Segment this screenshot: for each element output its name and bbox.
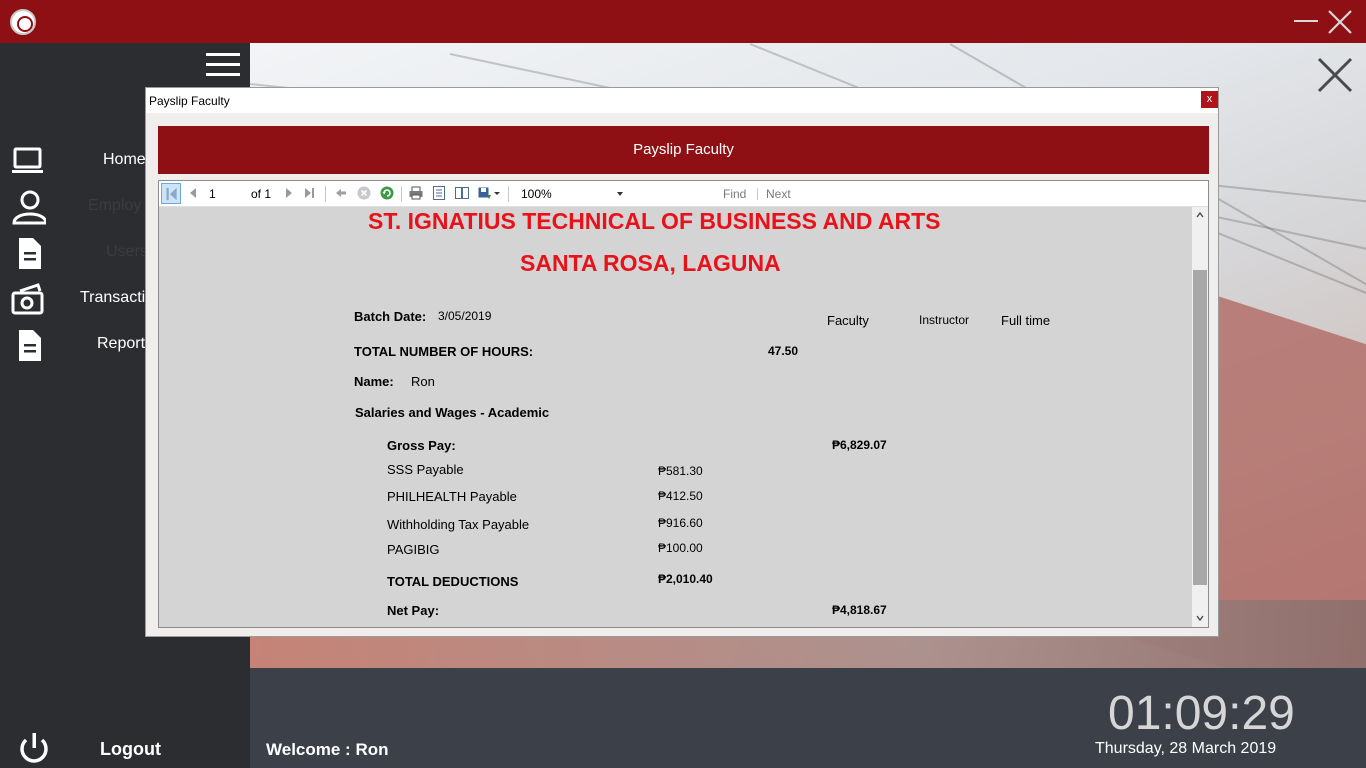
zoom-select[interactable]: 100% — [517, 185, 629, 203]
gross-pay-value: ₱6,829.07 — [832, 438, 887, 452]
batch-date-label: Batch Date: — [354, 309, 427, 324]
next-page-button[interactable] — [281, 185, 297, 201]
welcome-user: Ron — [355, 740, 389, 759]
sidebar-item-label: Users — [106, 243, 148, 260]
sidebar-item-label: Report — [97, 335, 146, 352]
minimize-button[interactable] — [1294, 20, 1318, 22]
first-page-icon — [166, 187, 177, 201]
previous-page-button[interactable] — [185, 185, 201, 201]
user-icon — [12, 190, 46, 225]
close-app-button[interactable] — [1326, 8, 1354, 36]
total-deductions-value: ₱2,010.40 — [658, 572, 713, 586]
dialog-title: Payslip Faculty — [149, 94, 230, 108]
scroll-up-icon[interactable] — [1196, 211, 1204, 219]
print-layout-icon[interactable] — [431, 185, 447, 201]
clock-time: 01:09:29 — [1108, 687, 1295, 740]
deduction-amount: ₱412.50 — [658, 489, 703, 503]
toolbar-separator — [757, 188, 758, 200]
name-value: Ron — [411, 374, 435, 389]
sidebar-item-label: Home — [103, 151, 146, 168]
toolbar-separator — [325, 186, 326, 202]
dialog-header: Payslip Faculty — [158, 126, 1209, 174]
dialog-close-button[interactable]: x — [1201, 91, 1218, 108]
status-bar: Welcome : Ron 01:09:29 Thursday, 28 Marc… — [250, 668, 1366, 768]
deduction-label: SSS Payable — [387, 462, 464, 477]
deduction-label: PAGIBIG — [387, 542, 440, 557]
dialog-titlebar: Payslip Faculty x — [146, 88, 1218, 113]
find-next-button[interactable]: Next — [766, 187, 791, 201]
toolbar-separator — [508, 186, 509, 202]
sidebar-item-label: Transacti — [80, 289, 146, 306]
app-titlebar — [0, 0, 1366, 43]
deduction-label: Withholding Tax Payable — [387, 517, 530, 532]
page-number-input[interactable]: 1 — [207, 185, 245, 203]
school-logo-icon — [10, 9, 36, 35]
sidebar-item-label: Employ — [88, 197, 142, 214]
total-deductions-label: TOTAL DEDUCTIONS — [387, 574, 519, 589]
page-total: 1 — [264, 187, 272, 201]
export-dropdown-icon[interactable] — [493, 185, 501, 201]
employee-category: Faculty — [827, 313, 869, 328]
employee-position: Instructor — [919, 313, 970, 327]
refresh-icon[interactable] — [379, 185, 395, 201]
toolbar-separator — [401, 186, 402, 202]
print-icon[interactable] — [408, 185, 424, 201]
report-viewer: 1 of 1 100% Find Next ST. IGNATIUS TECHN… — [158, 180, 1209, 628]
page-setup-icon[interactable] — [454, 185, 470, 201]
report-scrollbar[interactable] — [1192, 207, 1208, 627]
report-page: ST. IGNATIUS TECHNICAL OF BUSINESS AND A… — [159, 207, 1192, 627]
deduction-amount: ₱916.60 — [658, 516, 703, 530]
deduction-amount: ₱100.00 — [658, 541, 703, 555]
scroll-down-icon[interactable] — [1196, 614, 1204, 622]
report-location: SANTA ROSA, LAGUNA — [520, 250, 781, 276]
batch-date-value: 3/05/2019 — [438, 309, 492, 323]
section-title: Salaries and Wages - Academic — [355, 405, 550, 420]
deduction-amount: ₱581.30 — [658, 464, 703, 478]
page-count: of 1 — [251, 187, 271, 201]
logout-label: Logout — [100, 739, 161, 759]
total-hours-label: TOTAL NUMBER OF HOURS: — [354, 344, 534, 359]
report-icon — [19, 330, 41, 361]
report-school-name: ST. IGNATIUS TECHNICAL OF BUSINESS AND A… — [368, 208, 941, 234]
logout-button[interactable]: Logout — [0, 731, 250, 768]
scrollbar-thumb[interactable] — [1193, 270, 1207, 585]
laptop-icon — [12, 147, 43, 173]
payslip-dialog: Payslip Faculty x Payslip Faculty 1 of 1 — [145, 87, 1219, 637]
report-toolbar: 1 of 1 100% Find Next — [159, 181, 1208, 207]
employment-type: Full time — [1001, 313, 1051, 328]
export-icon[interactable] — [477, 185, 493, 201]
net-pay-value: ₱4,818.67 — [832, 603, 887, 617]
welcome-prefix: Welcome : — [266, 740, 356, 759]
net-pay-label: Net Pay: — [387, 603, 440, 618]
power-icon — [20, 733, 48, 763]
deduction-label: PHILHEALTH Payable — [387, 489, 517, 504]
total-hours-value: 47.50 — [768, 344, 799, 358]
welcome-text: Welcome : Ron — [266, 740, 388, 760]
close-panel-button[interactable] — [1316, 56, 1354, 94]
find-input[interactable] — [639, 185, 715, 203]
zoom-value: 100% — [521, 187, 552, 201]
cash-icon — [11, 283, 44, 315]
document-icon — [19, 238, 41, 269]
dialog-header-title: Payslip Faculty — [633, 141, 734, 158]
clock-date: Thursday, 28 March 2019 — [1095, 740, 1277, 757]
gross-pay-label: Gross Pay: — [387, 438, 456, 453]
page-of-label: of — [251, 187, 262, 201]
hamburger-menu-icon[interactable] — [206, 53, 240, 77]
name-label: Name: — [354, 374, 394, 389]
chevron-down-icon — [617, 192, 623, 196]
stop-icon[interactable] — [356, 185, 372, 201]
first-page-button[interactable] — [161, 183, 181, 204]
last-page-button[interactable] — [302, 185, 318, 201]
back-icon[interactable] — [333, 185, 349, 201]
find-button[interactable]: Find — [723, 187, 746, 201]
